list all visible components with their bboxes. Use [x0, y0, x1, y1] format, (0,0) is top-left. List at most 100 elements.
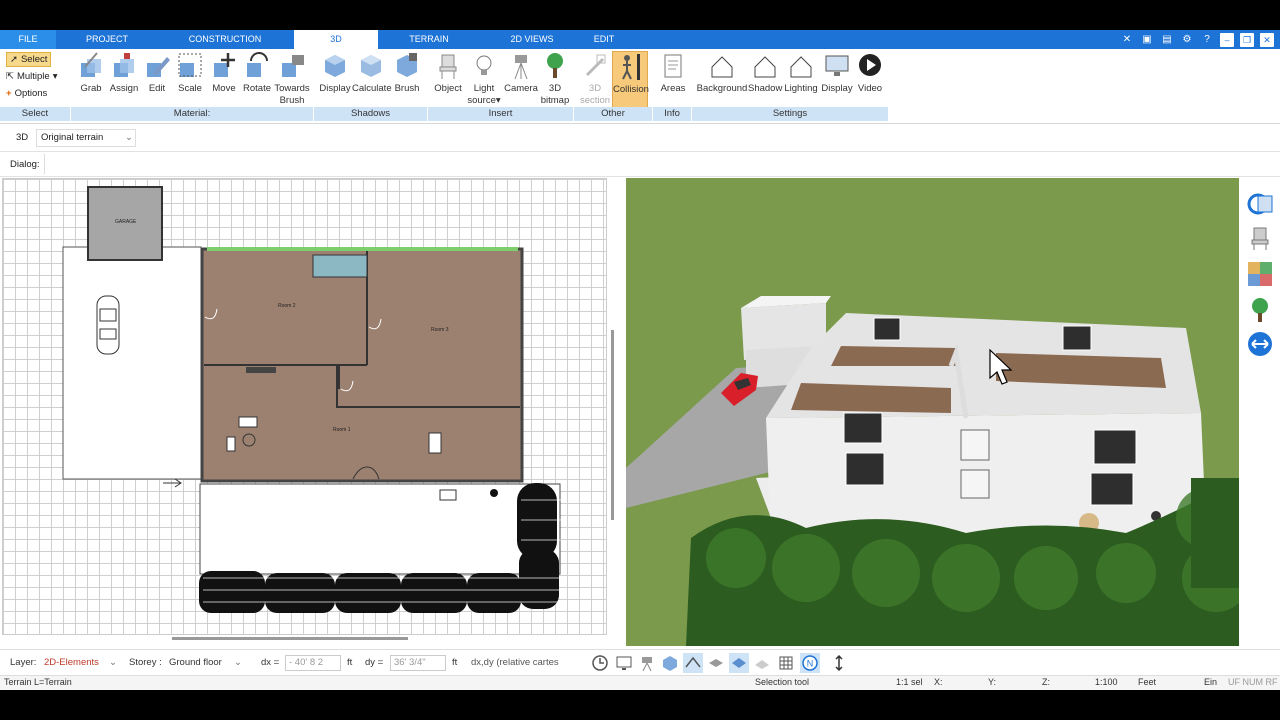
layer-label: Layer: [10, 657, 37, 668]
status-flags: UF NUM RF [1228, 677, 1278, 687]
roof-icon[interactable] [683, 653, 703, 673]
rotate-label: Rotate [243, 83, 271, 94]
cube-icon[interactable] [660, 653, 680, 673]
folder-icon[interactable]: ▣ [1140, 33, 1154, 47]
tab-terrain[interactable]: TERRAIN [400, 30, 458, 49]
tree-icon[interactable] [1246, 296, 1274, 324]
multiple-tool[interactable]: ⇱ Multiple ▾ [6, 69, 58, 84]
areas-button[interactable]: Areas [658, 51, 688, 109]
chair-symbol [226, 436, 236, 452]
status-x: X: [934, 677, 943, 687]
kitchen-counter [246, 367, 276, 373]
section-label-2: section [579, 95, 611, 106]
dx-value: - 40' 8 2 [289, 657, 324, 668]
terrain-select[interactable]: Original terrain ⌄ [36, 129, 136, 147]
display-button[interactable]: Display [820, 51, 854, 109]
camera-icon[interactable] [637, 653, 657, 673]
tab-3d[interactable]: 3D [294, 30, 378, 49]
vertical-scrollbar[interactable] [611, 330, 614, 520]
dropdown-arrow-icon: ▾ [495, 95, 501, 106]
shadow-button[interactable]: Shadow [748, 51, 782, 109]
move-button[interactable]: Move [209, 51, 239, 109]
vertical-arrow-icon[interactable] [829, 653, 849, 673]
group-other: Other [574, 107, 652, 121]
dx-input[interactable]: - 40' 8 2 [285, 655, 341, 671]
storey-label: Storey : [129, 657, 162, 668]
towards-brush-button[interactable]: Towards Brush [273, 51, 311, 109]
3d-section-button[interactable]: 3D section [578, 51, 612, 109]
collision-button[interactable]: Collision [612, 51, 649, 109]
select-label: Select [20, 54, 48, 65]
floor-plan-view[interactable]: GARAGE Room 2 Room 3 Room 1 [2, 178, 607, 635]
help-icon[interactable]: ? [1200, 33, 1214, 47]
grid-icon[interactable] [776, 653, 796, 673]
settings-icon[interactable]: ⚙ [1180, 33, 1194, 47]
monitor-icon[interactable] [614, 653, 634, 673]
options-tool[interactable]: + Options [6, 86, 47, 101]
grab-label: Grab [80, 83, 102, 94]
camera-button[interactable]: Camera [503, 51, 539, 109]
north-icon[interactable]: N [800, 653, 820, 673]
camera-label: Camera [504, 83, 538, 94]
tab-construction[interactable]: CONSTRUCTION [185, 30, 265, 49]
edit-button[interactable]: Edit [143, 51, 171, 109]
shadow-display-label: Display [319, 83, 351, 94]
table-symbol [238, 416, 258, 428]
wall-icon[interactable] [706, 653, 726, 673]
dx-unit: ft [347, 657, 353, 668]
video-button[interactable]: Video [855, 51, 885, 109]
camera-icon [514, 55, 528, 80]
lighting-label: Lighting [784, 83, 818, 94]
rotate-button[interactable]: Rotate [242, 51, 272, 109]
tools-icon[interactable]: ✕ [1120, 33, 1134, 47]
coordinate-mode-value: dx,dy (relative cartes [471, 657, 559, 668]
texture-icon[interactable] [1246, 260, 1274, 288]
bookmark-icon[interactable]: ▤ [1160, 33, 1174, 47]
group-material: Material: [71, 107, 313, 121]
assign-icon [114, 53, 134, 77]
scale-button[interactable]: Scale [176, 51, 204, 109]
dy-label: dy = [365, 657, 384, 668]
clock-icon[interactable] [590, 653, 610, 673]
object-button[interactable]: Object [432, 51, 464, 109]
chevron-down-icon: ⌄ [234, 657, 242, 668]
storey-select[interactable]: Ground floor ⌄ [165, 655, 245, 671]
terrain-icon[interactable] [752, 653, 772, 673]
chevron-down-icon: ⌄ [125, 132, 133, 143]
group-select: Select [0, 107, 70, 121]
light-label-2: source [467, 95, 496, 106]
navigation-icon[interactable] [1246, 330, 1274, 358]
dining-table-symbol [428, 432, 442, 454]
mode-label: 3D [16, 132, 29, 143]
dy-input[interactable]: 36' 3/4" [390, 655, 446, 671]
assign-button[interactable]: Assign [108, 51, 140, 109]
close-button[interactable]: ✕ [1260, 32, 1274, 47]
layers-icon[interactable] [1246, 190, 1274, 218]
tab-2d-views[interactable]: 2D VIEWS [500, 30, 564, 49]
light-source-button[interactable]: Light source▾ [467, 51, 501, 109]
play-icon [859, 54, 881, 76]
coordinate-mode-select[interactable]: dx,dy (relative cartes [467, 655, 565, 671]
layer-select[interactable]: 2D-Elements ⌄ [40, 655, 120, 671]
restore-button[interactable]: ❐ [1240, 32, 1254, 47]
minimize-button[interactable]: – [1220, 32, 1234, 47]
select-tool[interactable]: ➚ Select [6, 52, 52, 67]
lighting-button[interactable]: Lighting [783, 51, 819, 109]
3d-bitmap-button[interactable]: 3D bitmap [539, 51, 571, 109]
horizontal-scrollbar[interactable] [172, 637, 408, 640]
shadow-calculate-button[interactable]: Calculate [352, 51, 392, 109]
grab-button[interactable]: Grab [76, 51, 106, 109]
floor-icon[interactable] [729, 653, 749, 673]
background-label: Background [696, 83, 748, 94]
window-controls: ✕ ▣ ▤ ⚙ ? – ❐ ✕ [1120, 30, 1280, 49]
shadow-display-button[interactable]: Display [318, 51, 352, 109]
tab-file[interactable]: FILE [0, 30, 56, 49]
plus-icon: + [6, 88, 12, 99]
edit-label: Edit [148, 83, 166, 94]
chair-icon[interactable] [1246, 224, 1274, 252]
background-button[interactable]: Background [696, 51, 748, 109]
tab-edit[interactable]: EDIT [585, 30, 623, 49]
3d-view[interactable] [626, 178, 1239, 646]
shadow-brush-button[interactable]: Brush [393, 51, 421, 109]
tab-project[interactable]: PROJECT [74, 30, 140, 49]
